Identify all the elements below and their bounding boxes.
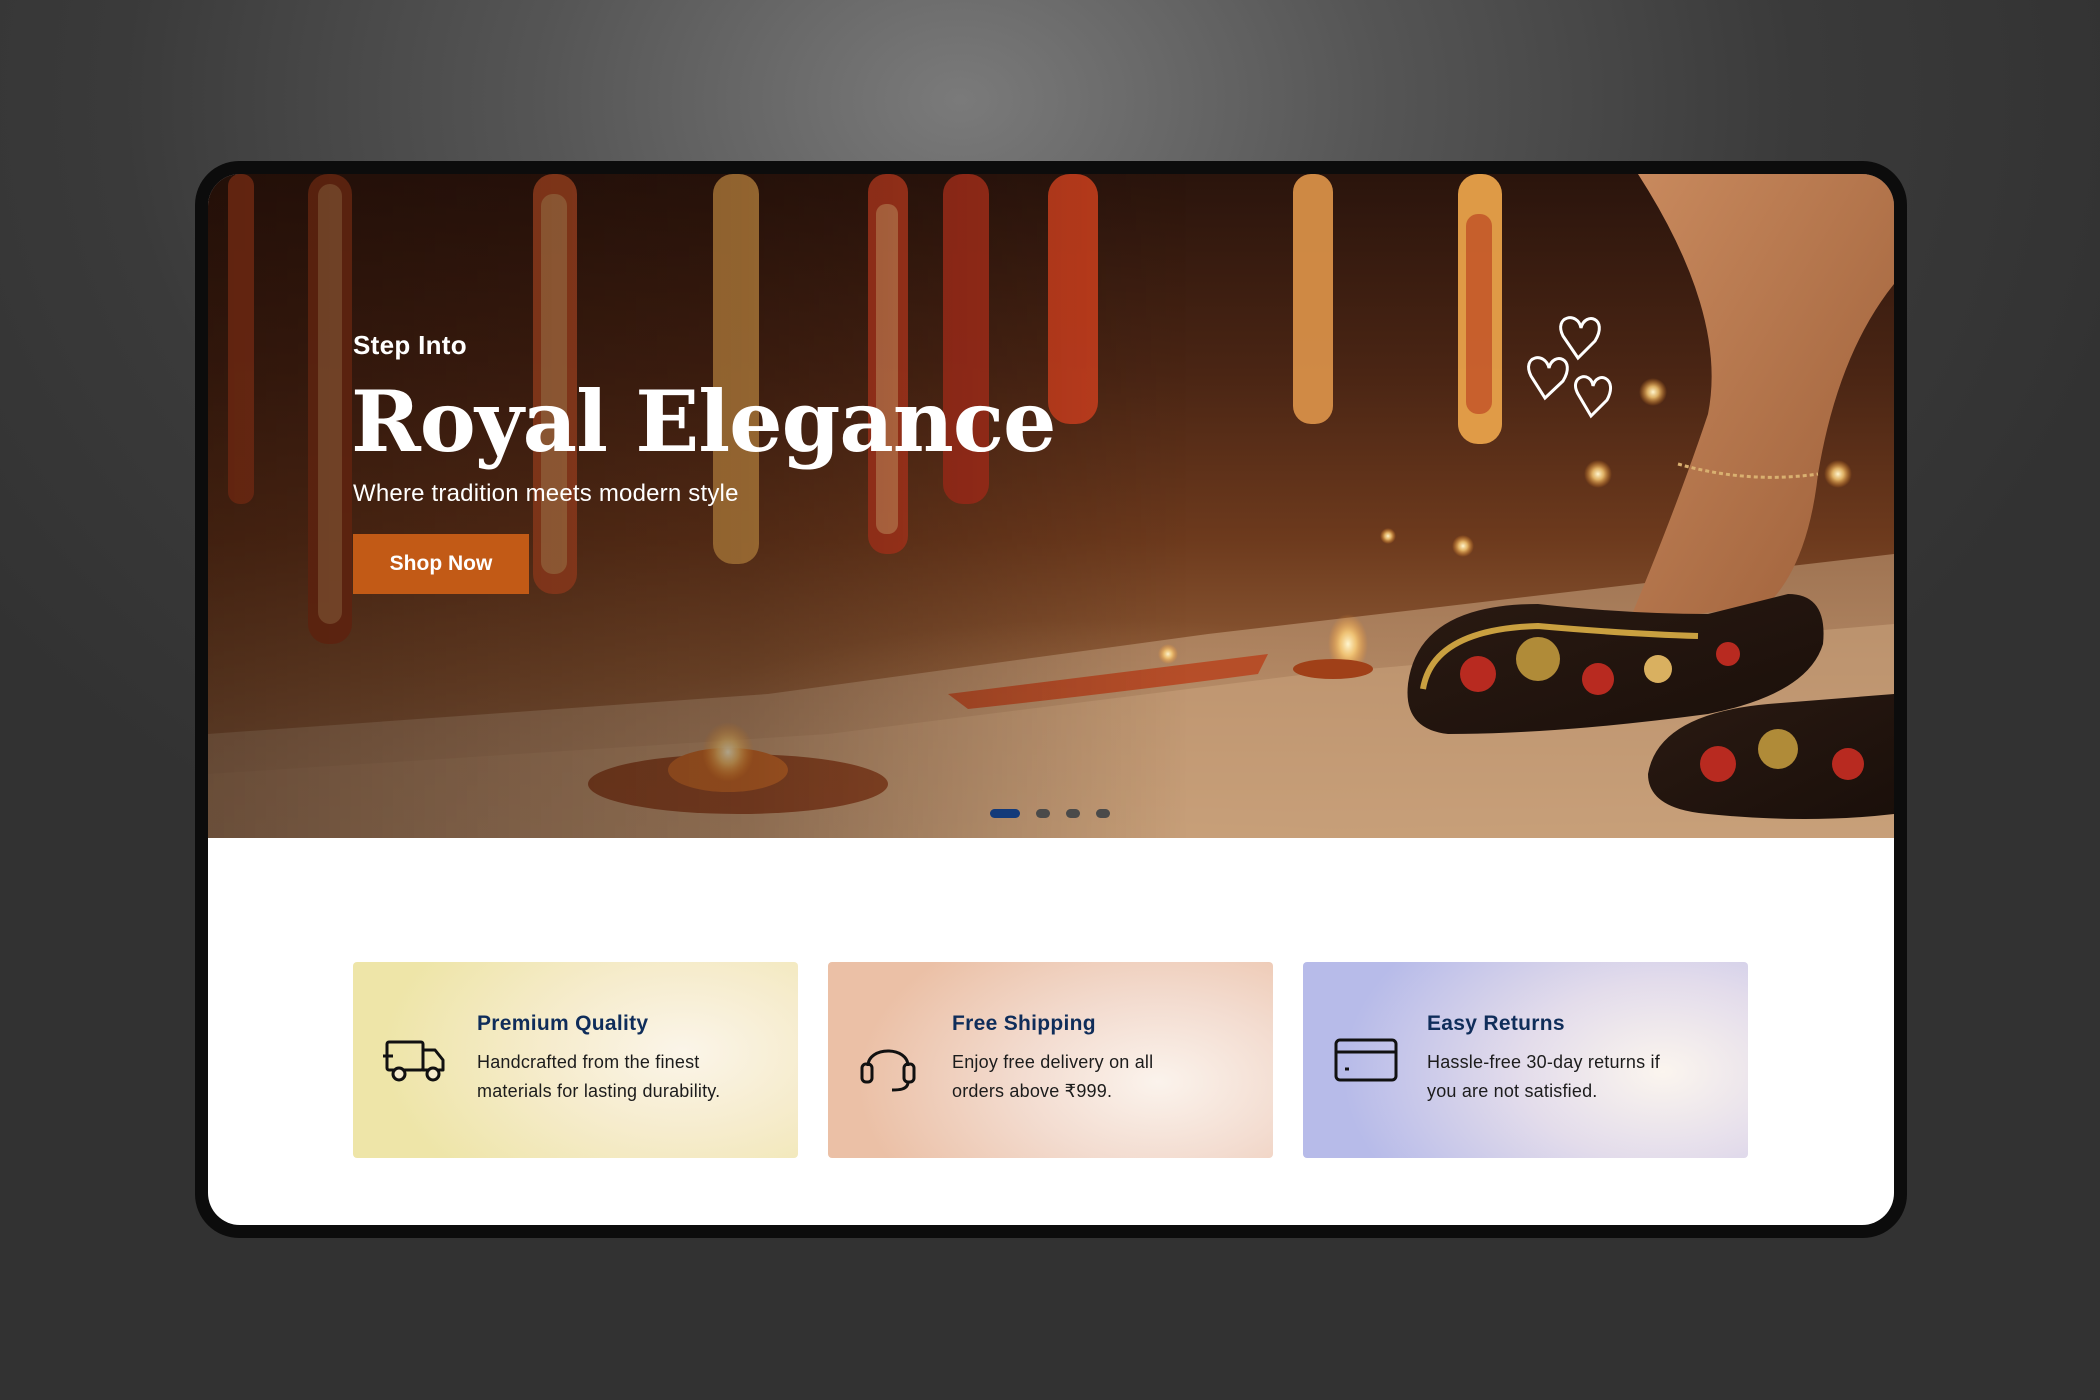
hearts-doodle-icon	[1527, 316, 1613, 419]
shop-now-button[interactable]: Shop Now	[353, 534, 529, 594]
hero-title: Royal Elegance	[351, 372, 1056, 471]
feature-description-line: orders above ₹999.	[952, 1081, 1113, 1101]
feature-title: Free Shipping	[952, 1012, 1096, 1035]
feature-title: Premium Quality	[477, 1012, 649, 1035]
feature-card-premium-quality: Premium Quality Handcrafted from the fin…	[353, 962, 798, 1158]
feature-description-line: Hassle-free 30-day returns if	[1427, 1052, 1660, 1072]
feature-card-easy-returns: Easy Returns Hassle-free 30-day returns …	[1303, 962, 1748, 1158]
features-section: Premium Quality Handcrafted from the fin…	[353, 962, 1748, 1158]
headset-icon	[860, 1049, 916, 1092]
feature-description-line: you are not satisfied.	[1427, 1081, 1598, 1101]
credit-card-icon	[1334, 1038, 1398, 1082]
feature-description-line: materials for lasting durability.	[477, 1081, 721, 1101]
carousel-dot-3[interactable]	[1066, 808, 1080, 818]
feature-description: Enjoy free delivery on all orders above …	[952, 1048, 1243, 1106]
carousel-dot-4[interactable]	[1096, 808, 1110, 818]
feature-description-line: Enjoy free delivery on all	[952, 1052, 1154, 1072]
carousel-dot-1[interactable]	[990, 808, 1020, 818]
truck-icon	[383, 1040, 445, 1082]
hero-banner: Step Into Royal Elegance Where tradition…	[208, 174, 1894, 838]
browser-screen: Step Into Royal Elegance Where tradition…	[208, 174, 1894, 1225]
feature-title: Easy Returns	[1427, 1012, 1565, 1035]
feature-card-free-shipping: Free Shipping Enjoy free delivery on all…	[828, 962, 1273, 1158]
feature-description: Hassle-free 30-day returns if you are no…	[1427, 1048, 1718, 1106]
hero-subtitle: Where tradition meets modern style	[353, 480, 739, 507]
feature-description-line: Handcrafted from the finest	[477, 1052, 700, 1072]
carousel-indicators	[990, 808, 1110, 818]
device-frame: Step Into Royal Elegance Where tradition…	[195, 161, 1907, 1238]
feature-description: Handcrafted from the finest materials fo…	[477, 1048, 768, 1106]
carousel-dot-2[interactable]	[1036, 808, 1050, 818]
hero-eyebrow: Step Into	[353, 330, 467, 360]
